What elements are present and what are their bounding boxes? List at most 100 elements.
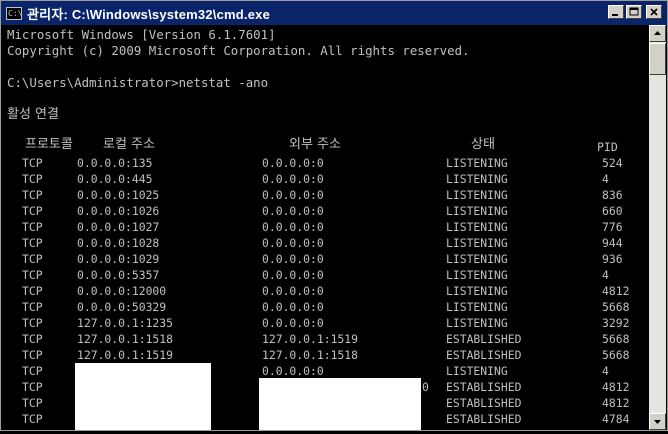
cell-pid: 5668: [602, 300, 630, 314]
redaction-box-foreign: [259, 378, 421, 430]
cell-state: ESTABLISHED: [446, 396, 522, 410]
cell-proto: TCP: [22, 188, 43, 202]
cell-pid: 776: [602, 220, 623, 234]
cell-proto: TCP: [22, 380, 43, 394]
close-button[interactable]: [646, 5, 662, 19]
cell-proto: TCP: [22, 348, 43, 362]
cell-foreign: 0.0.0.0:0: [262, 364, 324, 378]
cell-proto: TCP: [22, 332, 43, 346]
cell-foreign: 0.0.0.0:0: [262, 220, 324, 234]
cell-state: LISTENING: [446, 316, 508, 330]
col-header-pid: PID: [597, 140, 618, 154]
scroll-thumb[interactable]: [649, 43, 666, 75]
cell-foreign: 127.0.0.1:1518: [262, 348, 359, 362]
command-prompt: C:\Users\Administrator>netstat -ano: [7, 75, 269, 90]
cmd-window: C:\ 관리자: C:\Windows\system32\cmd.exe Mic…: [0, 0, 668, 431]
cell-state: ESTABLISHED: [446, 412, 522, 426]
minimize-button[interactable]: [608, 5, 624, 19]
cell-state: LISTENING: [446, 284, 508, 298]
cell-state: ESTABLISHED: [446, 348, 522, 362]
cell-proto: TCP: [22, 396, 43, 410]
cell-state: LISTENING: [446, 188, 508, 202]
cell-pid: 4784: [602, 412, 630, 426]
window-title: 관리자: C:\Windows\system32\cmd.exe: [27, 6, 271, 22]
col-header-local: 로컬 주소: [103, 137, 155, 152]
cmd-icon[interactable]: C:\: [6, 6, 22, 20]
cell-state: LISTENING: [446, 204, 508, 218]
cell-foreign: 0.0.0.0:0: [262, 172, 324, 186]
cell-state: LISTENING: [446, 236, 508, 250]
cell-local: 0.0.0.0:135: [77, 156, 153, 170]
vertical-scrollbar[interactable]: [649, 25, 666, 430]
redaction-box-local: [75, 363, 211, 430]
maximize-button[interactable]: [626, 5, 642, 19]
cell-local: 0.0.0.0:1026: [77, 204, 160, 218]
cell-proto: TCP: [22, 316, 43, 330]
minimize-icon: [612, 14, 618, 16]
cell-foreign: 0.0.0.0:0: [262, 300, 324, 314]
cell-foreign: 0.0.0.0:0: [262, 316, 324, 330]
cell-pid: 836: [602, 188, 623, 202]
cell-pid: 4812: [602, 284, 630, 298]
cell-pid: 5668: [602, 348, 630, 362]
cell-local: 0.0.0.0:1025: [77, 188, 160, 202]
cell-foreign: 0.0.0.0:0: [262, 284, 324, 298]
scroll-up-button[interactable]: [649, 25, 666, 42]
cell-pid: 4: [602, 268, 609, 282]
cell-foreign: 0.0.0.0:0: [262, 236, 324, 250]
arrow-down-icon: [654, 420, 661, 424]
cell-state: ESTABLISHED: [446, 380, 522, 394]
cell-pid: 524: [602, 156, 623, 170]
cell-pid: 5668: [602, 332, 630, 346]
arrow-up-icon: [654, 31, 661, 35]
cell-local: 0.0.0.0:1027: [77, 220, 160, 234]
console-output[interactable]: Microsoft Windows [Version 6.1.7601] Cop…: [5, 25, 643, 430]
cell-foreign: 127.0.0.1:1519: [262, 332, 359, 346]
scroll-down-button[interactable]: [649, 413, 666, 430]
cell-local: 0.0.0.0:12000: [77, 284, 167, 298]
cell-local: 127.0.0.1:1518: [77, 332, 174, 346]
cell-pid: 4812: [602, 396, 630, 410]
banner-copyright: Copyright (c) 2009 Microsoft Corporation…: [7, 43, 470, 58]
cell-local: 0.0.0.0:1029: [77, 252, 160, 266]
cell-state: LISTENING: [446, 300, 508, 314]
cell-foreign: 0.0.0.0:0: [262, 188, 324, 202]
cell-state: ESTABLISHED: [446, 332, 522, 346]
cell-state: LISTENING: [446, 220, 508, 234]
cell-local: 0.0.0.0:1028: [77, 236, 160, 250]
cell-proto: TCP: [22, 252, 43, 266]
cell-pid: 4812: [602, 380, 630, 394]
cell-foreign: 0.0.0.0:0: [262, 252, 324, 266]
cell-proto: TCP: [22, 172, 43, 186]
cell-pid: 936: [602, 252, 623, 266]
title-bar[interactable]: C:\ 관리자: C:\Windows\system32\cmd.exe: [1, 1, 667, 25]
col-header-state: 상태: [471, 137, 495, 152]
col-header-proto: 프로토콜: [25, 137, 73, 152]
maximize-icon: [629, 7, 639, 16]
window-controls: [608, 5, 662, 19]
cell-state: LISTENING: [446, 364, 508, 378]
cell-pid: 4: [602, 172, 609, 186]
cell-proto: TCP: [22, 412, 43, 426]
section-title: 활성 연결: [7, 107, 59, 122]
col-header-foreign: 외부 주소: [289, 137, 341, 152]
cell-pid: 660: [602, 204, 623, 218]
cell-state: LISTENING: [446, 156, 508, 170]
cell-pid: 3292: [602, 316, 630, 330]
cell-state: LISTENING: [446, 172, 508, 186]
cell-proto: TCP: [22, 300, 43, 314]
cell-proto: TCP: [22, 364, 43, 378]
cell-proto: TCP: [22, 284, 43, 298]
cell-foreign: 0: [422, 380, 429, 394]
cell-local: 127.0.0.1:1235: [77, 316, 174, 330]
cell-proto: TCP: [22, 268, 43, 282]
cell-state: LISTENING: [446, 252, 508, 266]
cell-proto: TCP: [22, 220, 43, 234]
cell-proto: TCP: [22, 204, 43, 218]
cell-local: 0.0.0.0:445: [77, 172, 153, 186]
cell-local: 0.0.0.0:50329: [77, 300, 167, 314]
cell-local: 0.0.0.0:5357: [77, 268, 160, 282]
cell-pid: 4: [602, 364, 609, 378]
banner-version: Microsoft Windows [Version 6.1.7601]: [7, 27, 276, 42]
cell-foreign: 0.0.0.0:0: [262, 204, 324, 218]
